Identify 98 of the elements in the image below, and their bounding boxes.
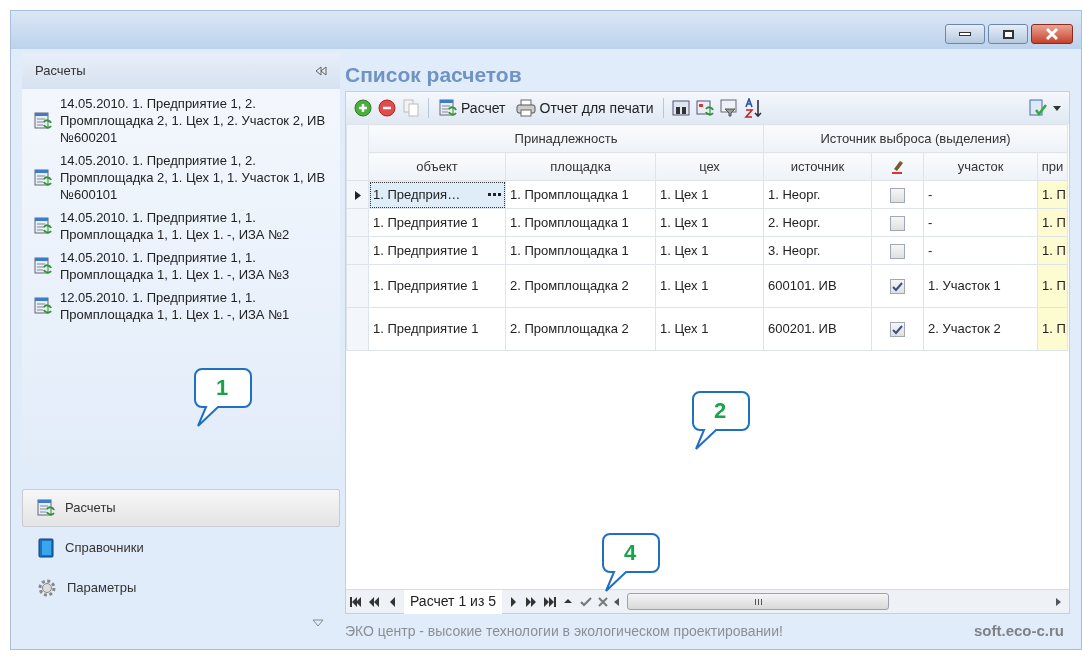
slogan: ЭКО центр - высокие технологии в экологическом проектировании! bbox=[345, 621, 783, 641]
calculation-item[interactable]: 14.05.2010. 1. Предприятие 1, 1. Промплощадка 1, 1. Цех 1. -, ИЗА №2 bbox=[34, 209, 340, 243]
filter-icon[interactable] bbox=[720, 99, 739, 117]
ellipsis-icon[interactable] bbox=[488, 193, 501, 196]
callout-bubble bbox=[692, 391, 750, 453]
checkbox[interactable] bbox=[890, 243, 905, 259]
column-header[interactable]: площадка bbox=[505, 152, 656, 181]
checkbox[interactable] bbox=[890, 187, 905, 203]
table-cell: 1. Неорг. bbox=[768, 186, 821, 202]
checkbox[interactable] bbox=[890, 322, 905, 338]
page-title: Список расчетов bbox=[345, 62, 523, 89]
collapse-icon[interactable] bbox=[315, 66, 327, 76]
table-cell: 2. Промплощадка 2 bbox=[510, 278, 629, 294]
calculation-text: 14.05.2010. 1. Предприятие 1, 1. Промплощадка 1, 1. Цех 1. -, ИЗА №2 bbox=[60, 209, 291, 243]
record-counter: Расчет 1 из 5 bbox=[404, 589, 502, 614]
row-indicator[interactable] bbox=[346, 180, 369, 209]
table-cell: 1. Промплощадка 1 bbox=[510, 242, 629, 258]
close-icon bbox=[1045, 28, 1059, 40]
table-cell: 1. Участок 1 bbox=[928, 278, 1001, 294]
cancel-icon[interactable] bbox=[598, 596, 608, 607]
confirm-icon[interactable] bbox=[580, 596, 592, 607]
table-cell: 1. Промплощадка 1 bbox=[510, 214, 629, 230]
calculation-item[interactable]: 12.05.2010. 1. Предприятие 1, 1. Промплощадка 1, 1. Цех 1. -, ИЗА №1 bbox=[34, 289, 340, 323]
table-cell: 1. Промплощадка 1 bbox=[510, 186, 629, 202]
callout-number: 2 bbox=[714, 397, 727, 425]
sort-icon[interactable] bbox=[744, 98, 763, 118]
table-cell: 1. Предприятие 1 bbox=[373, 321, 479, 337]
spreadsheet-icon bbox=[37, 499, 55, 517]
pen-icon bbox=[889, 159, 906, 176]
table-cell: 1. П bbox=[1042, 186, 1066, 202]
table-cell: 1. П bbox=[1042, 278, 1066, 294]
table-cell: 2. Участок 2 bbox=[928, 321, 1001, 337]
add-icon[interactable] bbox=[354, 99, 372, 117]
calculation-text: 14.05.2010. 1. Предприятие 1, 1. Промплощадка 1, 1. Цех 1. -, ИЗА №3 bbox=[60, 249, 291, 283]
nav-item[interactable]: Справочники bbox=[22, 529, 340, 567]
column-header[interactable]: цех bbox=[655, 152, 764, 181]
callout-number: 1 bbox=[216, 374, 229, 402]
table-cell: 600201. ИВ bbox=[768, 321, 837, 337]
table-cell: 2. Неорг. bbox=[768, 214, 821, 230]
table-cell: 1. П bbox=[1042, 214, 1066, 230]
spreadsheet-icon bbox=[34, 297, 52, 315]
maximize-button[interactable] bbox=[988, 24, 1028, 44]
column-header[interactable]: источник bbox=[763, 152, 872, 181]
table-cell: - bbox=[928, 186, 933, 202]
next-page-icon[interactable] bbox=[526, 596, 538, 607]
table-cell: - bbox=[928, 242, 933, 258]
nav-item[interactable]: Параметры bbox=[22, 569, 340, 607]
columns-menu-button[interactable] bbox=[1029, 99, 1061, 117]
table-cell: 2. Промплощадка 2 bbox=[510, 321, 629, 337]
caret-icon bbox=[1053, 105, 1061, 111]
table-cell: 1. Цех 1 bbox=[660, 242, 709, 258]
last-icon[interactable] bbox=[544, 596, 556, 607]
table-cell: 1. П bbox=[1042, 242, 1066, 258]
remove-icon[interactable] bbox=[378, 99, 396, 117]
table-cell: 1. Цех 1 bbox=[660, 321, 709, 337]
toolbar-button[interactable]: Расчет bbox=[437, 97, 508, 119]
table-refresh-icon[interactable] bbox=[696, 99, 715, 117]
previous-page-icon[interactable] bbox=[368, 596, 380, 607]
scroll-left-icon[interactable] bbox=[614, 597, 619, 606]
first-icon[interactable] bbox=[350, 596, 362, 607]
scroll-right-icon[interactable] bbox=[1056, 597, 1061, 606]
minimize-button[interactable] bbox=[945, 24, 985, 44]
table-cell: 3. Неорг. bbox=[768, 242, 821, 258]
printer-icon bbox=[515, 99, 536, 117]
expand-down-icon[interactable] bbox=[312, 619, 324, 627]
table-cell: 600101. ИВ bbox=[768, 278, 837, 294]
nav-item[interactable]: Расчеты bbox=[22, 489, 340, 527]
checkbox[interactable] bbox=[890, 279, 905, 295]
spreadsheet-icon bbox=[34, 111, 52, 130]
toolbar-button[interactable]: Отчет для печати bbox=[513, 97, 656, 119]
sidebar-title: Расчеты bbox=[35, 62, 86, 81]
group-header: Источник выброса (выделения) bbox=[763, 124, 1068, 153]
spreadsheet-icon bbox=[439, 99, 457, 117]
calculation-text: 12.05.2010. 1. Предприятие 1, 1. Промплощадка 1, 1. Цех 1. -, ИЗА №1 bbox=[60, 289, 291, 323]
table-cell: 1. Предприятие 1 bbox=[373, 242, 479, 258]
column-header[interactable]: объект bbox=[368, 152, 506, 181]
gear-icon bbox=[37, 578, 57, 598]
callout-bubble bbox=[194, 368, 252, 430]
close-button[interactable] bbox=[1031, 24, 1073, 44]
table-cell-text: 1. Предприя… bbox=[373, 185, 461, 204]
table-cell: - bbox=[928, 214, 933, 230]
table-cell: 1. Цех 1 bbox=[660, 214, 709, 230]
calculation-item[interactable]: 14.05.2010. 1. Предприятие 1, 1. Промплощадка 1, 1. Цех 1. -, ИЗА №3 bbox=[34, 249, 340, 283]
table-cell: 1. Цех 1 bbox=[660, 278, 709, 294]
callout-bubble bbox=[602, 533, 660, 595]
spreadsheet-icon bbox=[34, 257, 52, 275]
checkbox[interactable] bbox=[890, 215, 905, 231]
table-cell: 1. Предприятие 1 bbox=[373, 214, 479, 230]
group-header: Принадлежность bbox=[368, 124, 764, 153]
table-cell: 1. Предприятие 1 bbox=[373, 278, 479, 294]
website: soft.eco-c.ru bbox=[974, 620, 1064, 641]
column-header[interactable]: участок bbox=[923, 152, 1038, 181]
table-cell: 1. Цех 1 bbox=[660, 186, 709, 202]
book-icon bbox=[37, 538, 55, 558]
spreadsheet-icon bbox=[34, 168, 52, 187]
table-cell: 1. П bbox=[1042, 321, 1066, 337]
callout-number: 4 bbox=[624, 539, 637, 567]
spreadsheet-icon bbox=[34, 217, 52, 235]
